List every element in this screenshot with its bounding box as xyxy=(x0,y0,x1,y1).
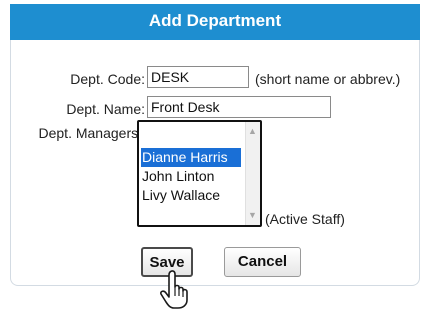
dept-name-label: Dept. Name: xyxy=(66,101,145,117)
hand-pointer-icon xyxy=(160,270,188,309)
listbox-scrollbar[interactable]: ▲ ▼ xyxy=(245,122,260,225)
dept-code-input[interactable] xyxy=(147,66,249,88)
dialog-title: Add Department xyxy=(10,4,420,40)
dept-code-hint: (short name or abbrev.) xyxy=(255,71,401,87)
manager-option[interactable]: Dianne Harris xyxy=(141,148,241,167)
manager-option[interactable]: Livy Wallace xyxy=(141,186,241,205)
active-staff-hint: (Active Staff) xyxy=(265,211,345,227)
manager-option[interactable]: John Linton xyxy=(141,167,241,186)
scroll-up-arrow-icon[interactable]: ▲ xyxy=(248,126,257,136)
dept-managers-label: Dept. Managers: xyxy=(38,125,143,141)
cancel-button[interactable]: Cancel xyxy=(224,247,301,277)
dept-code-label: Dept. Code: xyxy=(70,71,145,87)
dept-name-input[interactable] xyxy=(147,96,331,118)
dept-managers-listbox[interactable]: Dianne Harris John Linton Livy Wallace ▲… xyxy=(137,120,262,227)
scroll-down-arrow-icon[interactable]: ▼ xyxy=(248,210,257,220)
